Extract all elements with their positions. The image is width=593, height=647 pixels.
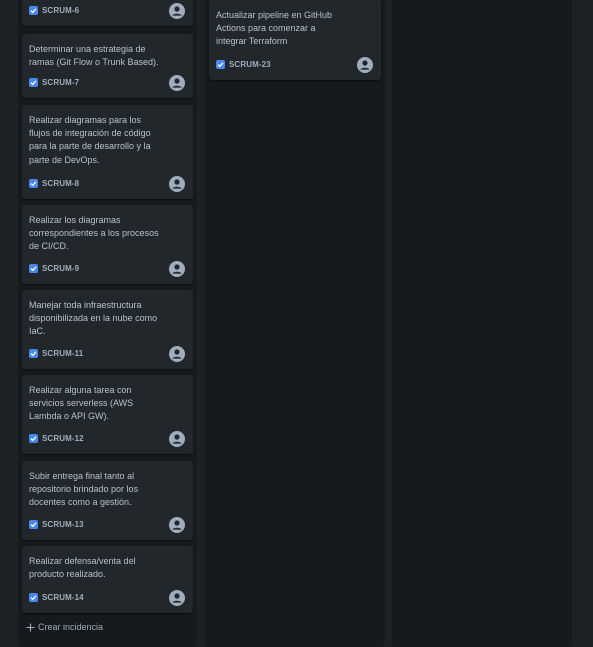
- issue-key[interactable]: SCRUM-14: [42, 593, 84, 602]
- issue-card[interactable]: Actualizar pipeline en GitHub Actions pa…: [209, 0, 381, 80]
- issue-card[interactable]: SCRUM-6: [22, 0, 193, 26]
- checkbox-icon: [29, 179, 38, 188]
- issue-card[interactable]: Realizar diagramas para los flujos de in…: [22, 105, 193, 199]
- issue-card[interactable]: Realizar los diagramas correspondientes …: [22, 205, 193, 284]
- issue-summary: Realizar los diagramas correspondientes …: [29, 215, 159, 252]
- issue-summary: Realizar diagramas para los flujos de in…: [29, 115, 151, 165]
- checkbox-icon: [29, 78, 38, 87]
- card-footer: SCRUM-14: [29, 590, 185, 606]
- issue-card[interactable]: Realizar defensa/venta del producto real…: [22, 546, 193, 613]
- issue-summary: Actualizar pipeline en GitHub Actions pa…: [216, 10, 333, 47]
- checkbox-icon: [216, 60, 225, 69]
- issue-key[interactable]: SCRUM-23: [229, 60, 271, 69]
- card-footer: SCRUM-7: [29, 75, 185, 91]
- card-footer: SCRUM-13: [29, 517, 185, 533]
- issue-key[interactable]: SCRUM-12: [42, 434, 84, 443]
- issue-card[interactable]: Manejar toda infraestructura disponibili…: [22, 290, 193, 369]
- card-footer: SCRUM-6: [29, 3, 185, 19]
- issue-summary: Determinar una estrategia de ramas (Git …: [29, 44, 159, 68]
- issue-card[interactable]: Determinar una estrategia de ramas (Git …: [22, 34, 193, 98]
- issue-key[interactable]: SCRUM-7: [42, 78, 79, 87]
- card-footer: SCRUM-23: [216, 57, 373, 73]
- unassigned-avatar-icon[interactable]: [357, 57, 373, 73]
- issue-key[interactable]: SCRUM-8: [42, 179, 79, 188]
- card-footer: SCRUM-9: [29, 261, 185, 277]
- column-done: [392, 0, 572, 647]
- checkbox-icon: [29, 6, 38, 15]
- issue-key[interactable]: SCRUM-6: [42, 6, 79, 15]
- issue-summary: Subir entrega final tanto al repositorio…: [29, 471, 139, 508]
- issue-summary: Realizar defensa/venta del producto real…: [29, 556, 136, 580]
- issue-summary: Realizar alguna tarea con servicios serv…: [29, 385, 134, 422]
- issue-key[interactable]: SCRUM-11: [42, 349, 83, 358]
- board: SCRUM-6 Determinar una estrategia de ram…: [0, 0, 593, 647]
- plus-icon: [26, 623, 35, 632]
- unassigned-avatar-icon[interactable]: [169, 3, 185, 19]
- card-footer: SCRUM-11: [29, 346, 185, 362]
- unassigned-avatar-icon[interactable]: [169, 346, 185, 362]
- issue-card[interactable]: Subir entrega final tanto al repositorio…: [22, 461, 193, 540]
- checkbox-icon: [29, 349, 38, 358]
- column-todo: SCRUM-6 Determinar una estrategia de ram…: [18, 0, 197, 647]
- unassigned-avatar-icon[interactable]: [169, 261, 185, 277]
- column-in-progress: Actualizar pipeline en GitHub Actions pa…: [205, 0, 385, 647]
- unassigned-avatar-icon[interactable]: [169, 75, 185, 91]
- issue-key[interactable]: SCRUM-9: [42, 264, 79, 273]
- card-footer: SCRUM-8: [29, 176, 185, 192]
- checkbox-icon: [29, 593, 38, 602]
- issue-summary: Manejar toda infraestructura disponibili…: [29, 300, 158, 337]
- card-footer: SCRUM-12: [29, 431, 185, 447]
- issue-card[interactable]: Realizar alguna tarea con servicios serv…: [22, 375, 193, 454]
- checkbox-icon: [29, 434, 38, 443]
- issue-key[interactable]: SCRUM-13: [42, 520, 84, 529]
- checkbox-icon: [29, 520, 38, 529]
- create-issue-label: Crear incidencia: [38, 622, 104, 632]
- unassigned-avatar-icon[interactable]: [169, 590, 185, 606]
- unassigned-avatar-icon[interactable]: [169, 517, 185, 533]
- unassigned-avatar-icon[interactable]: [169, 431, 185, 447]
- checkbox-icon: [29, 264, 38, 273]
- unassigned-avatar-icon[interactable]: [169, 176, 185, 192]
